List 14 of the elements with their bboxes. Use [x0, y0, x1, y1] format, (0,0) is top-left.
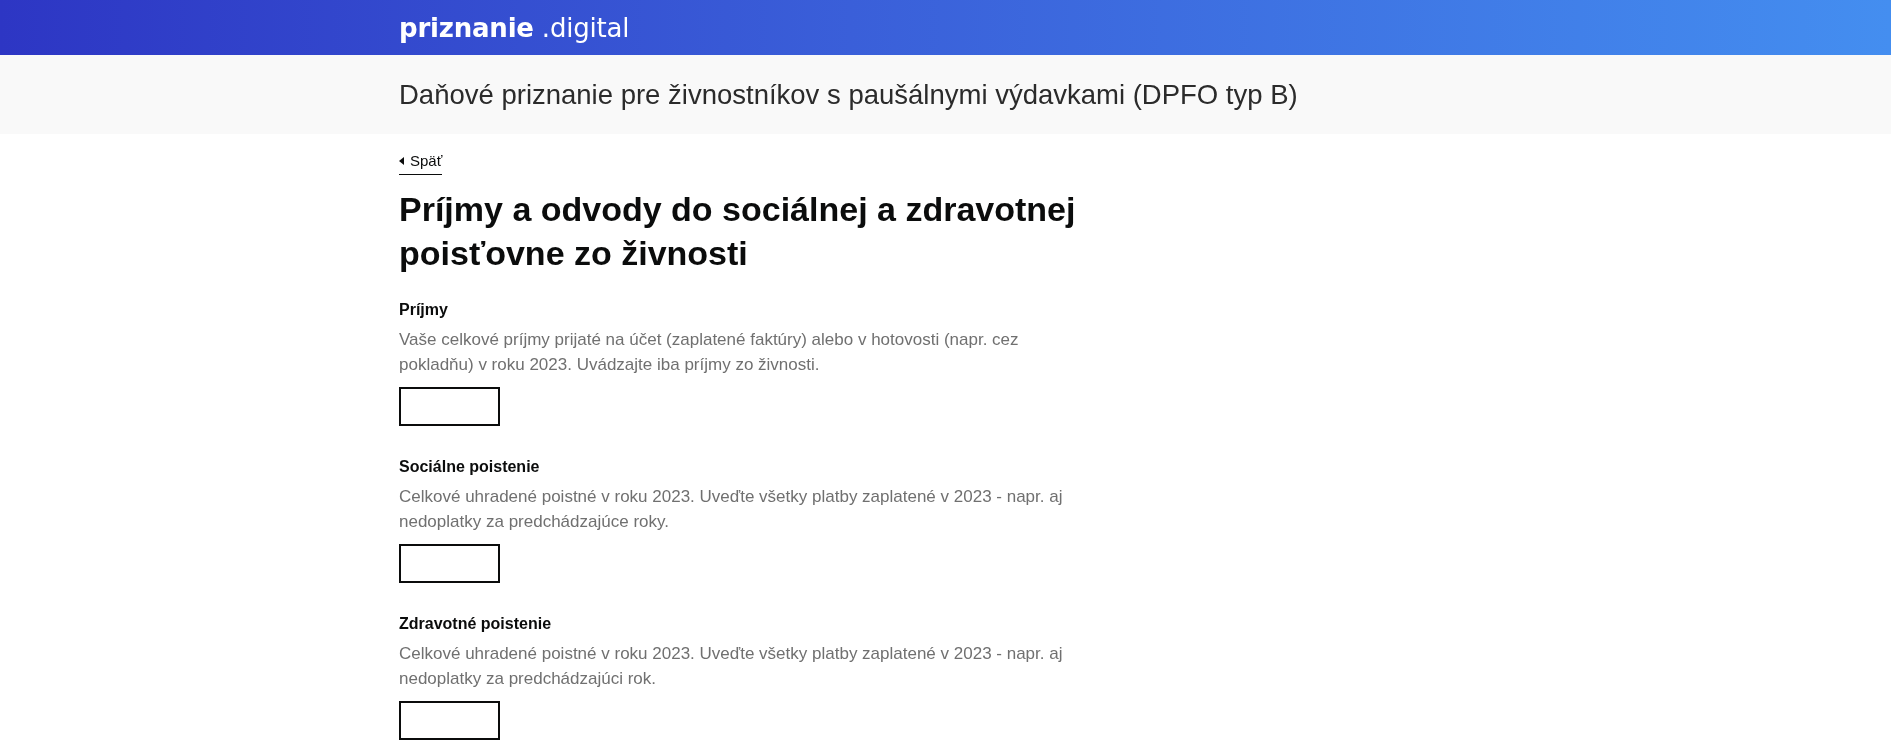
site-logo[interactable]: priznanie .digital: [399, 11, 630, 44]
input-field[interactable]: [399, 701, 500, 740]
input-field[interactable]: [399, 387, 500, 426]
field-hint: Vaše celkové príjmy prijaté na účet (zaplatené faktúry) alebo v hotovosti (napr. cez pokladňu) v roku 2023. Uvádzajte iba príjmy zo živnosti.: [399, 329, 1020, 376]
section-heading: Príjmy a odvody do sociálnej a zdravotnej poisťovne zo živnosti: [399, 189, 1077, 274]
field-hint: Celkové uhradené poistné v roku 2023. Uveďte všetky platby zaplatené v 2023 - napr. aj nedoplatky za predchádzajúci rok.: [399, 643, 1064, 690]
caret-icon: [399, 157, 404, 165]
field-label: Zdravotné poistenie: [399, 614, 553, 634]
input-field[interactable]: [399, 544, 500, 583]
field-label: Príjmy: [399, 300, 449, 320]
field-label: Sociálne poistenie: [399, 457, 541, 477]
page-title: Daňové priznanie pre živnostníkov s paušálnymi výdavkami (DPFO typ B): [399, 78, 1299, 111]
back-link[interactable]: Späť: [399, 150, 443, 175]
field-hint: Celkové uhradené poistné v roku 2023. Uveďte všetky platby zaplatené v 2023 - napr. aj nedoplatky za predchádzajúce roky.: [399, 486, 1064, 533]
